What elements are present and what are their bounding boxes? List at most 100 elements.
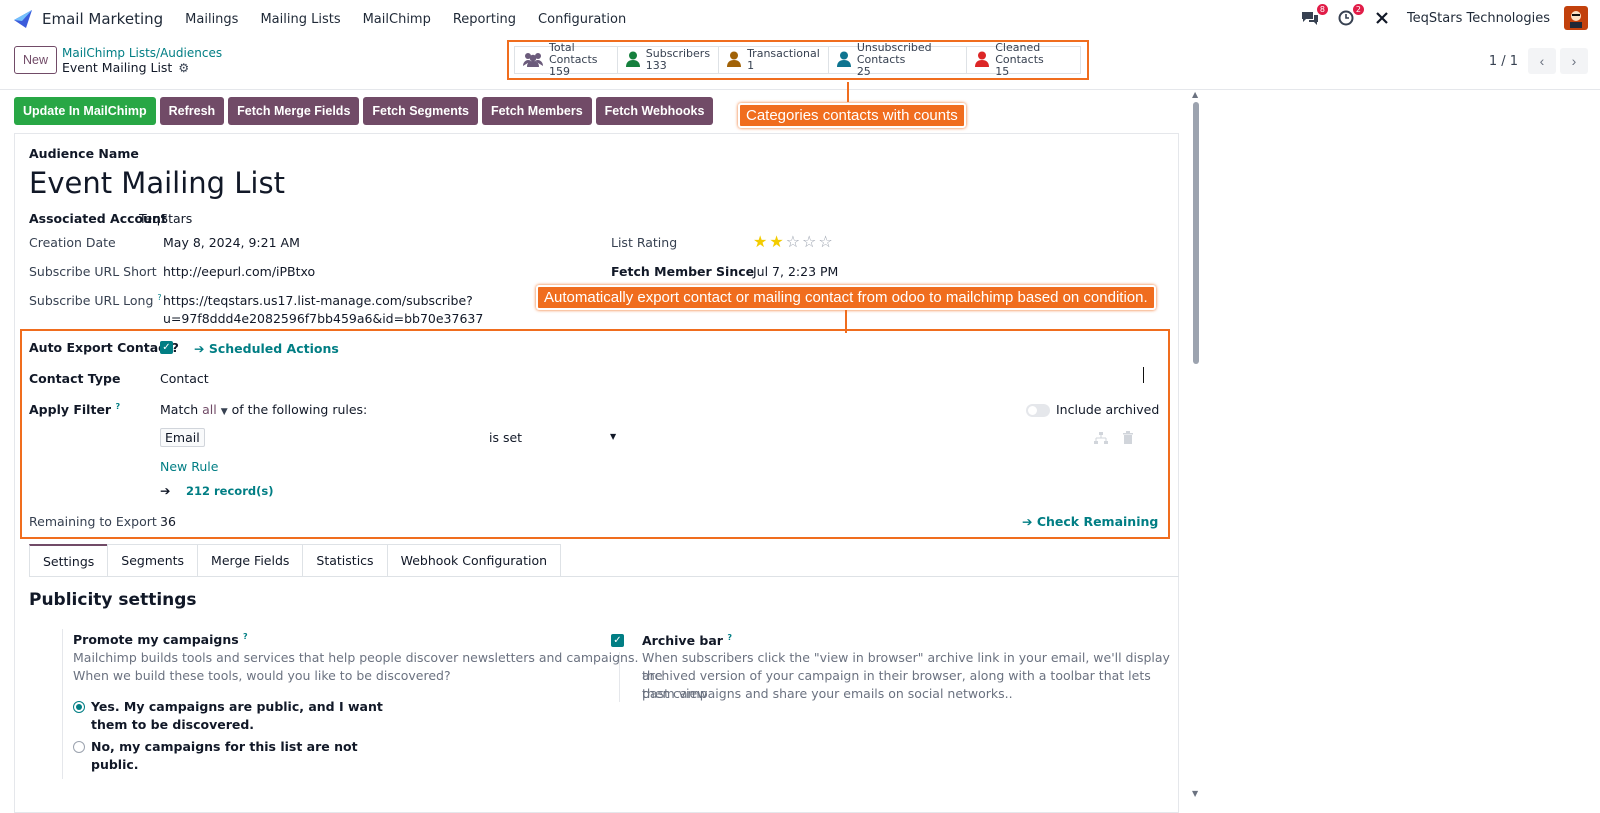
stat-label: Transactional [747, 47, 820, 60]
promote-description-1: Mailchimp builds tools and services that… [73, 650, 639, 665]
form-scrollbar[interactable]: ▲ ▼ [1191, 90, 1201, 803]
contact-type-select[interactable]: Contact [160, 371, 209, 386]
star-icon[interactable]: ☆ [818, 232, 834, 251]
subscribe-url-short-value[interactable]: http://eepurl.com/iPBtxo [163, 264, 315, 279]
systray: 8 2 TeqStars Technologies [1299, 3, 1588, 30]
stat-value: 1 [747, 59, 755, 72]
hierarchy-icon[interactable] [1094, 432, 1108, 447]
caret-down-icon[interactable]: ▼ [221, 407, 228, 417]
audience-name-field[interactable]: Event Mailing List [29, 166, 285, 200]
fetch-member-since-value[interactable]: Jul 7, 2:23 PM [753, 264, 838, 279]
audience-name-label: Audience Name [29, 146, 139, 161]
company-switcher[interactable]: TeqStars Technologies [1407, 11, 1550, 26]
help-tooltip-icon[interactable]: ? [157, 293, 161, 302]
new-rule-link[interactable]: New Rule [160, 459, 218, 474]
fetch-members-button[interactable]: Fetch Members [481, 97, 592, 125]
include-archived-toggle[interactable]: Include archived [1026, 402, 1159, 417]
update-in-mailchimp-button[interactable]: Update In MailChimp [14, 97, 156, 125]
help-tooltip-icon[interactable]: ? [115, 402, 120, 411]
tab-segments[interactable]: Segments [107, 544, 199, 576]
rule-field-email[interactable]: Email [160, 428, 205, 447]
menu-mailings[interactable]: Mailings [185, 12, 238, 27]
promote-yes-label-1[interactable]: Yes. My campaigns are public, and I want [91, 699, 383, 714]
breadcrumb-parent-link[interactable]: MailChimp Lists/Audiences [62, 46, 222, 60]
tab-statistics[interactable]: Statistics [302, 544, 388, 576]
stats-callout: Categories contacts with counts [738, 103, 966, 128]
promote-yes-radio[interactable] [73, 701, 85, 713]
subscribe-url-long-value-1[interactable]: https://teqstars.us17.list-manage.com/su… [163, 293, 473, 308]
chat-icon[interactable]: 8 [1299, 3, 1329, 29]
archive-bar-checkbox[interactable]: ✓ [611, 634, 624, 647]
pager-next-button[interactable]: › [1560, 48, 1588, 74]
records-count-link[interactable]: 212 record(s) [186, 484, 273, 498]
list-rating-stars[interactable]: ★★☆☆☆ [753, 232, 835, 251]
app-name[interactable]: Email Marketing [42, 10, 163, 28]
fetch-webhooks-button[interactable]: Fetch Webhooks [595, 97, 714, 125]
stat-value: 25 [856, 65, 871, 78]
menu-mailing-lists[interactable]: Mailing Lists [260, 12, 340, 27]
subscribe-url-short-label: Subscribe URL Short [29, 264, 157, 279]
stat-button-total-contacts[interactable]: Total Contacts 159 [514, 42, 618, 78]
promote-no-label-2[interactable]: public. [91, 757, 139, 772]
user-avatar[interactable] [1564, 6, 1588, 30]
breadcrumb-current: Event Mailing List [62, 60, 173, 75]
star-icon[interactable]: ☆ [786, 232, 802, 251]
toggle-switch-icon[interactable] [1026, 404, 1050, 417]
pager-previous-button[interactable]: ‹ [1528, 48, 1556, 74]
star-icon[interactable]: ★ [753, 232, 769, 251]
subscribe-url-long-value-2[interactable]: u=97f8ddd4e2082596f7bb459a6&id=bb70e3763… [163, 311, 483, 326]
stat-button-transactional[interactable]: Transactional 1 [718, 46, 829, 74]
user-icon [727, 51, 742, 70]
menu-mailchimp[interactable]: MailChimp [363, 12, 431, 27]
main-menu: Mailings Mailing Lists MailChimp Reporti… [185, 12, 626, 27]
star-icon[interactable]: ★ [769, 232, 785, 251]
promote-yes-label-2[interactable]: them to be discovered. [91, 717, 254, 732]
fetch-segments-button[interactable]: Fetch Segments [363, 97, 478, 125]
top-navbar: Email Marketing Mailings Mailing Lists M… [0, 0, 1600, 38]
user-icon [836, 51, 851, 70]
scheduled-actions-link[interactable]: ➔ Scheduled Actions [194, 341, 339, 356]
stat-button-unsubscribed-contacts[interactable]: Unsubscribed Contacts 25 [827, 42, 968, 78]
stat-label: Unsubscribed Contacts [856, 41, 932, 66]
tab-webhook-configuration[interactable]: Webhook Configuration [386, 544, 562, 576]
debug-tools-icon[interactable] [1371, 7, 1393, 29]
stat-button-cleaned-contacts[interactable]: Cleaned Contacts 15 [966, 42, 1081, 78]
arrow-right-icon: ➔ [1022, 514, 1037, 529]
help-tooltip-icon[interactable]: ? [727, 633, 732, 642]
menu-reporting[interactable]: Reporting [453, 12, 516, 27]
callout-connector [845, 307, 847, 333]
stat-button-subscribers[interactable]: Subscribers 133 [616, 46, 720, 74]
user-icon [625, 51, 640, 70]
export-callout: Automatically export contact or mailing … [536, 285, 1156, 310]
gear-icon[interactable]: ⚙ [178, 61, 189, 75]
pager-value[interactable]: 1 / 1 [1489, 54, 1518, 69]
users-icon [523, 51, 543, 70]
remaining-to-export-value: 36 [160, 514, 176, 529]
menu-configuration[interactable]: Configuration [538, 12, 626, 27]
star-icon[interactable]: ☆ [802, 232, 818, 251]
help-tooltip-icon[interactable]: ? [243, 632, 248, 641]
refresh-button[interactable]: Refresh [159, 97, 225, 125]
new-button[interactable]: New [14, 46, 58, 74]
fetch-merge-fields-button[interactable]: Fetch Merge Fields [228, 97, 360, 125]
activity-clock-icon[interactable]: 2 [1335, 3, 1365, 29]
promote-no-label-1[interactable]: No, my campaigns for this list are not [91, 739, 358, 754]
match-all-select[interactable]: all [202, 402, 217, 417]
scroll-up-icon[interactable]: ▲ [1192, 90, 1198, 99]
stat-value: 159 [549, 65, 570, 78]
trash-icon[interactable] [1122, 431, 1134, 447]
promote-no-radio[interactable] [73, 741, 85, 753]
scroll-down-icon[interactable]: ▼ [1192, 789, 1198, 798]
promote-campaigns-label: Promote my campaigns ? [73, 632, 248, 648]
stat-value: 133 [645, 59, 667, 72]
app-logo-icon[interactable] [12, 8, 34, 30]
scrollbar-thumb[interactable] [1193, 102, 1199, 364]
publicity-settings-heading: Publicity settings [29, 590, 197, 610]
tab-merge-fields[interactable]: Merge Fields [197, 544, 304, 576]
associated-account-value[interactable]: TeqStars [139, 211, 192, 226]
operator-caret-icon[interactable]: ▼ [610, 432, 616, 441]
check-remaining-button[interactable]: ➔ Check Remaining [1022, 514, 1158, 529]
auto-export-checkbox[interactable]: ✓ [160, 341, 173, 354]
rule-operator-select[interactable]: is set [489, 430, 522, 445]
tab-settings[interactable]: Settings [29, 544, 109, 576]
